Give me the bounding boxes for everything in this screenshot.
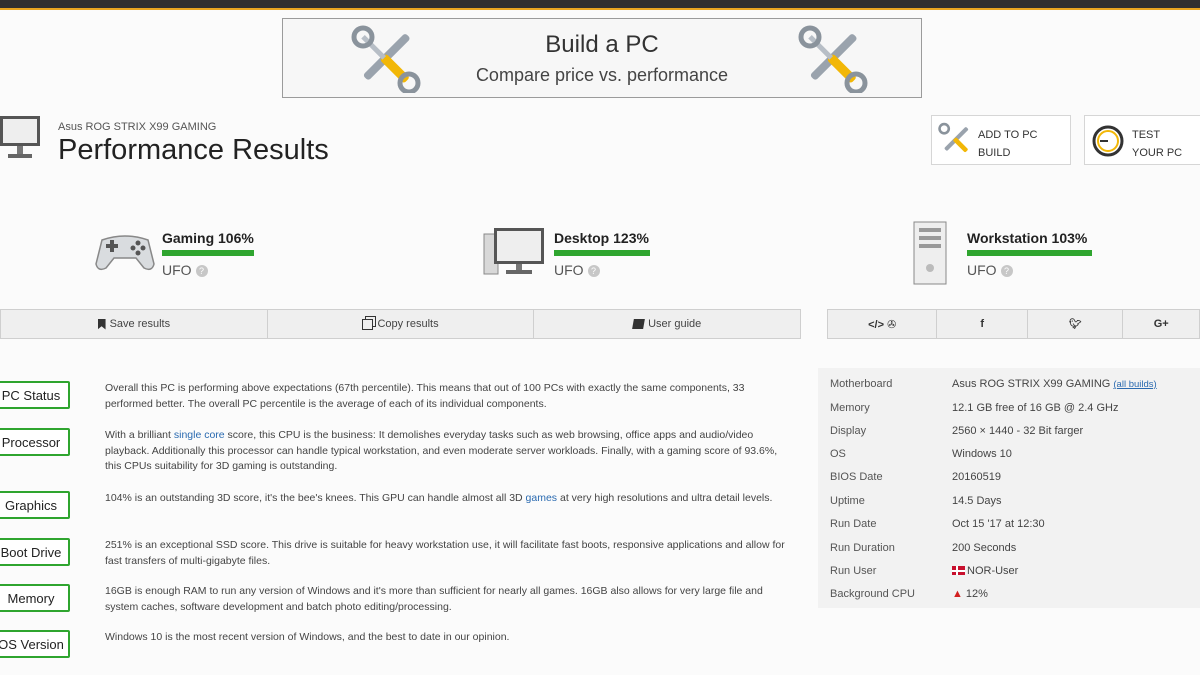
save-results-label: Save results — [109, 318, 171, 330]
spec-value: ▲ 12% — [952, 588, 988, 600]
spec-value: Asus ROG STRIX X99 GAMING (all builds) — [952, 378, 1157, 390]
spec-key: Uptime — [830, 495, 865, 507]
add-to-pc-build-button[interactable]: ADD TO PC BUILD — [931, 115, 1071, 165]
spec-key: Background CPU — [830, 588, 915, 600]
test-your-pc-label: TEST YOUR PC — [1132, 129, 1183, 159]
desktop-score: Desktop 123% UFO? — [482, 220, 682, 290]
twitter-icon: 🐦︎ — [1068, 318, 1082, 330]
norway-flag-icon — [952, 566, 965, 575]
spec-value: 20160519 — [952, 471, 1001, 483]
embed-reddit-button[interactable]: </> ✇ — [828, 310, 938, 338]
spec-value: Oct 15 '17 at 12:30 — [952, 518, 1045, 530]
desktop-rank: UFO? — [554, 262, 600, 278]
monitor-icon — [0, 116, 40, 158]
desktop-score-bar — [554, 250, 650, 256]
tools-icon — [938, 122, 969, 153]
workstation-score: Workstation 103% UFO? — [910, 220, 1110, 290]
warning-icon: ▲ — [952, 588, 963, 600]
spec-key: Motherboard — [830, 378, 893, 390]
os-version-text: Windows 10 is the most recent version of… — [105, 631, 510, 643]
spec-value: Windows 10 — [952, 448, 1012, 460]
google-plus-share-button[interactable]: G+ — [1123, 310, 1199, 338]
user-guide-label: User guide — [648, 318, 702, 330]
all-builds-link[interactable]: (all builds) — [1113, 379, 1156, 390]
results-action-bar: Save results Copy results User guide — [0, 309, 801, 339]
google-plus-icon: G+ — [1153, 318, 1169, 330]
desktop-icon — [483, 228, 544, 275]
spec-value: NOR-User — [952, 565, 1018, 577]
speedometer-icon — [1092, 125, 1124, 157]
spec-key: OS — [830, 448, 846, 460]
memory-text: 16GB is enough RAM to run any version of… — [105, 585, 763, 613]
workstation-score-label: Workstation 103% — [967, 230, 1088, 246]
workstation-score-bar — [967, 250, 1092, 256]
spec-key: Display — [830, 425, 867, 437]
twitter-share-button[interactable]: 🐦︎ — [1028, 310, 1124, 338]
gamepad-icon — [95, 235, 155, 271]
spec-key: Run Duration — [830, 542, 895, 554]
copy-icon — [362, 318, 374, 330]
gaming-score-bar — [162, 250, 254, 256]
desktop-rank-label: UFO — [554, 262, 584, 278]
help-icon[interactable]: ? — [1000, 265, 1013, 277]
tools-icon — [798, 25, 868, 93]
gaming-rank: UFO? — [162, 262, 208, 278]
workstation-rank: UFO? — [967, 262, 1013, 278]
device-name: Asus ROG STRIX X99 GAMING — [58, 121, 217, 133]
desktop-score-label: Desktop 123% — [554, 230, 649, 246]
single-core-link[interactable]: single core — [174, 429, 225, 441]
copy-results-label: Copy results — [377, 318, 439, 330]
pc-status-text: Overall this PC is performing above expe… — [105, 382, 745, 410]
page-title: Performance Results — [58, 134, 329, 166]
workstation-rank-label: UFO — [967, 262, 997, 278]
facebook-share-button[interactable]: f — [937, 310, 1028, 338]
embed-icon: </> ✇ — [868, 318, 897, 331]
graphics-text-part: at very high resolutions and ultra detai… — [557, 492, 773, 504]
gaming-score: Gaming 106% UFO? — [94, 220, 294, 290]
copy-results-button[interactable]: Copy results — [268, 310, 535, 338]
boot-drive-text: 251% is an exceptional SSD score. This d… — [105, 539, 785, 567]
motherboard-value: Asus ROG STRIX X99 GAMING — [952, 378, 1111, 390]
help-icon[interactable]: ? — [195, 265, 208, 277]
facebook-icon: f — [980, 318, 984, 330]
gaming-score-label: Gaming 106% — [162, 230, 254, 246]
memory-button[interactable]: Memory — [0, 584, 70, 612]
system-specs-panel: Motherboard Asus ROG STRIX X99 GAMING (al… — [818, 368, 1200, 608]
background-cpu-value: 12% — [965, 588, 988, 600]
processor-text: With a brilliant single core score, this… — [105, 428, 795, 475]
book-icon — [632, 319, 645, 329]
spec-value: 200 Seconds — [952, 542, 1017, 554]
boot-drive-button[interactable]: Boot Drive — [0, 538, 70, 566]
run-user-value: NOR-User — [967, 565, 1019, 577]
save-results-button[interactable]: Save results — [1, 310, 268, 338]
games-link[interactable]: games — [526, 492, 558, 504]
test-your-pc-button[interactable]: TEST YOUR PC — [1084, 115, 1200, 165]
spec-key: BIOS Date — [830, 471, 883, 483]
share-bar: </> ✇ f 🐦︎ G+ — [827, 309, 1200, 339]
spec-value: 12.1 GB free of 16 GB @ 2.4 GHz — [952, 402, 1119, 414]
os-version-button[interactable]: OS Version — [0, 630, 70, 658]
add-to-pc-build-label: ADD TO PC BUILD — [978, 129, 1038, 159]
build-a-pc-banner[interactable]: Build a PC Compare price vs. performance — [282, 18, 922, 98]
spec-value: 2560 × 1440 - 32 Bit farger — [952, 425, 1084, 437]
help-icon[interactable]: ? — [587, 265, 600, 277]
gaming-rank-label: UFO — [162, 262, 192, 278]
graphics-text-part: 104% is an outstanding 3D score, it's th… — [105, 492, 526, 504]
spec-key: Run Date — [830, 518, 877, 530]
spec-key: Memory — [830, 402, 870, 414]
spec-key: Run User — [830, 565, 877, 577]
user-guide-button[interactable]: User guide — [534, 310, 800, 338]
pc-status-button[interactable]: PC Status — [0, 381, 70, 409]
processor-text-part: With a brilliant — [105, 429, 174, 441]
graphics-button[interactable]: Graphics — [0, 491, 70, 519]
top-nav-bar — [0, 0, 1200, 10]
bookmark-icon — [97, 318, 106, 330]
graphics-text: 104% is an outstanding 3D score, it's th… — [105, 491, 795, 507]
server-tower-icon — [913, 221, 947, 285]
processor-button[interactable]: Processor — [0, 428, 70, 456]
spec-value: 14.5 Days — [952, 495, 1002, 507]
